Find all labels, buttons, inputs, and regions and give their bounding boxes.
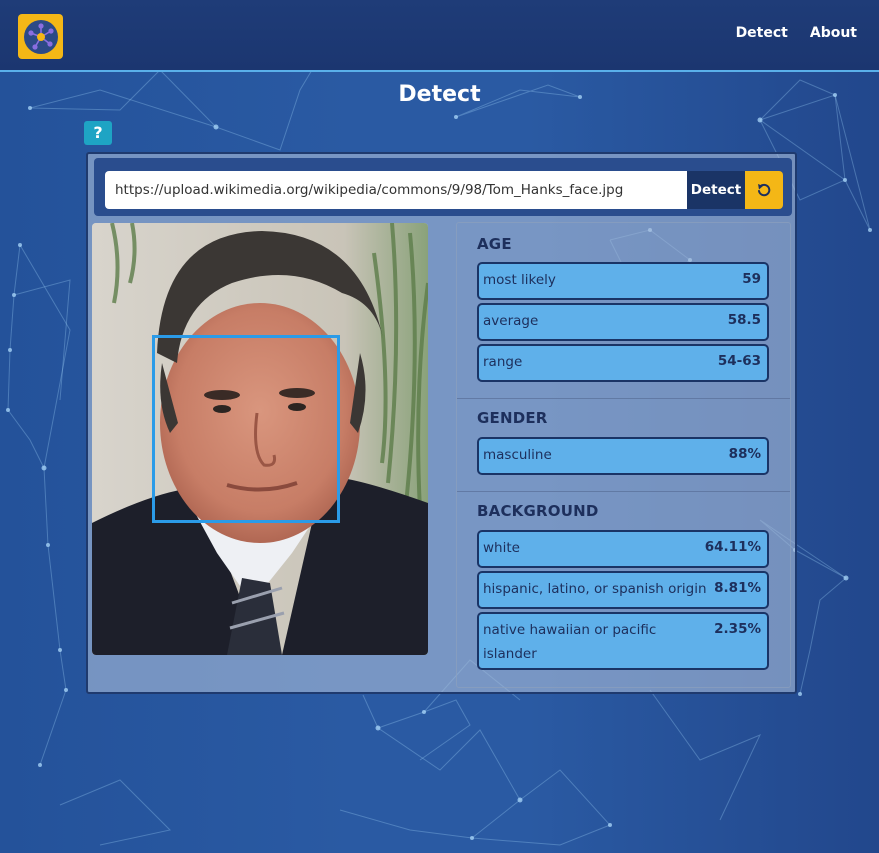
network-logo-icon: [23, 19, 58, 54]
age-row-average: average 58.5: [477, 303, 769, 341]
row-label: most likely: [483, 272, 556, 288]
reset-icon: [758, 183, 771, 197]
background-row-white: white 64.11%: [477, 530, 769, 568]
background-row-native-hawaiian: native hawaiian or pacific islander 2.35…: [477, 612, 769, 670]
navbar: Detect About: [0, 0, 879, 72]
age-row-range: range 54-63: [477, 344, 769, 382]
row-label: native hawaiian or pacific islander: [483, 622, 657, 662]
face-bounding-box: [152, 335, 340, 523]
age-section: AGE most likely 59 average 58.5 range 54…: [457, 223, 790, 398]
gender-row-masculine: masculine 88%: [477, 437, 769, 475]
row-value: 59: [742, 271, 761, 287]
row-label: white: [483, 540, 520, 556]
nav-links: Detect About: [736, 25, 857, 41]
help-button[interactable]: ?: [84, 121, 112, 145]
age-title: AGE: [477, 235, 512, 253]
background-row-hispanic: hispanic, latino, or spanish origin 8.81…: [477, 571, 769, 609]
app-logo[interactable]: [18, 14, 63, 59]
face-photo: [92, 223, 428, 655]
row-value: 2.35%: [714, 621, 761, 637]
background-section: BACKGROUND white 64.11% hispanic, latino…: [457, 492, 790, 687]
image-url-input[interactable]: [105, 171, 687, 209]
row-label: masculine: [483, 447, 552, 463]
detect-button[interactable]: Detect: [687, 171, 745, 209]
age-row-most-likely: most likely 59: [477, 262, 769, 300]
row-value: 88%: [728, 446, 761, 462]
row-label: range: [483, 354, 523, 370]
nav-link-detect[interactable]: Detect: [736, 25, 788, 41]
page-title: Detect: [398, 82, 481, 107]
row-value: 54-63: [717, 353, 761, 369]
results-panel: AGE most likely 59 average 58.5 range 54…: [456, 222, 791, 688]
nav-link-about[interactable]: About: [810, 25, 857, 41]
detect-card: Detect: [86, 152, 797, 694]
row-value: 8.81%: [714, 580, 761, 596]
gender-section: GENDER masculine 88%: [457, 399, 790, 491]
row-label: average: [483, 313, 539, 329]
url-bar: Detect: [94, 158, 792, 216]
reset-button[interactable]: [745, 171, 783, 209]
row-value: 64.11%: [704, 539, 761, 555]
row-label: hispanic, latino, or spanish origin: [483, 581, 707, 597]
row-value: 58.5: [727, 312, 761, 328]
background-title: BACKGROUND: [477, 502, 599, 520]
gender-title: GENDER: [477, 409, 548, 427]
